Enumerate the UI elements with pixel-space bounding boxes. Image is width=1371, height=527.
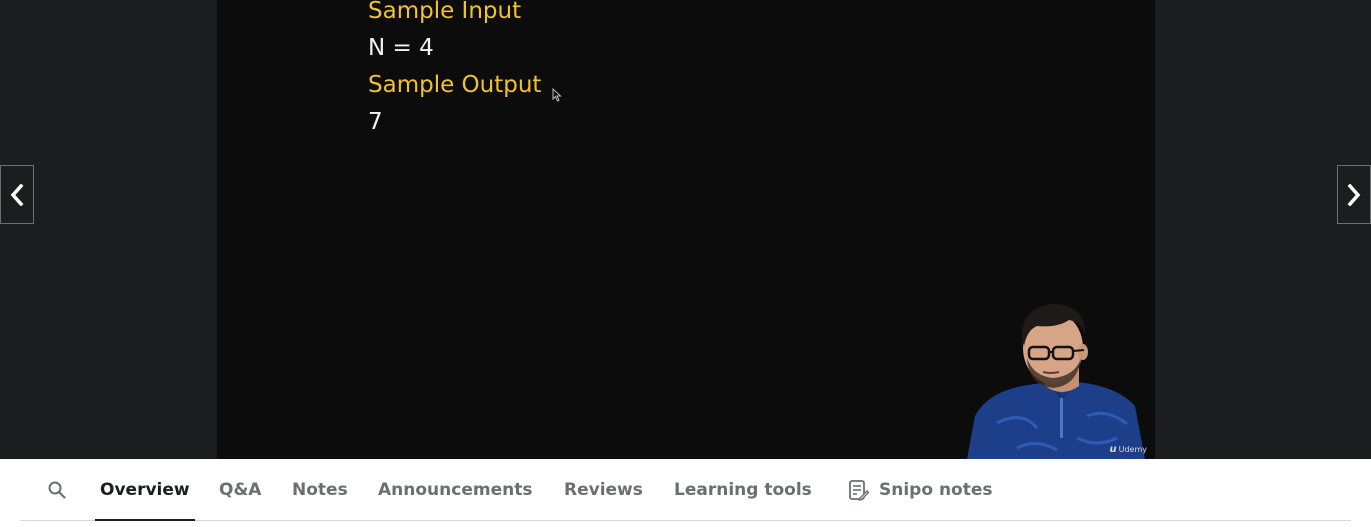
- udemy-logo-icon: u: [1109, 444, 1117, 455]
- video-frame[interactable]: Sample Input N = 4 Sample Output 7 u Ude…: [217, 0, 1155, 459]
- sample-input-label: Sample Input: [368, 0, 522, 24]
- course-tabs: Overview Q&A Notes Announcements Reviews…: [0, 459, 1371, 527]
- tab-notes[interactable]: Notes: [292, 459, 348, 520]
- tab-reviews[interactable]: Reviews: [564, 459, 643, 520]
- tab-bar: Overview Q&A Notes Announcements Reviews…: [20, 459, 1351, 521]
- chevron-right-icon: [1347, 183, 1361, 206]
- chevron-left-icon: [10, 183, 24, 206]
- tab-qa[interactable]: Q&A: [219, 459, 261, 520]
- tab-search[interactable]: [47, 459, 67, 520]
- tab-snipo-notes-label: Snipo notes: [879, 479, 993, 500]
- sample-output-label: Sample Output: [368, 72, 542, 98]
- video-player: Sample Input N = 4 Sample Output 7 u Ude…: [0, 0, 1371, 459]
- sample-input-value: N = 4: [368, 35, 434, 61]
- tab-overview[interactable]: Overview: [95, 459, 195, 521]
- udemy-watermark: u Udemy: [1109, 444, 1147, 455]
- sample-output-value: 7: [368, 109, 383, 135]
- search-icon: [48, 481, 66, 499]
- notes-icon: [847, 479, 869, 501]
- tab-learning-tools[interactable]: Learning tools: [674, 459, 812, 520]
- presenter-webcam: [967, 298, 1155, 459]
- next-lecture-button[interactable]: [1337, 165, 1371, 224]
- mouse-cursor-icon: [552, 88, 562, 102]
- watermark-text: Udemy: [1118, 445, 1147, 454]
- tab-announcements[interactable]: Announcements: [378, 459, 532, 520]
- previous-lecture-button[interactable]: [0, 165, 34, 224]
- tab-snipo-notes[interactable]: Snipo notes: [847, 459, 993, 520]
